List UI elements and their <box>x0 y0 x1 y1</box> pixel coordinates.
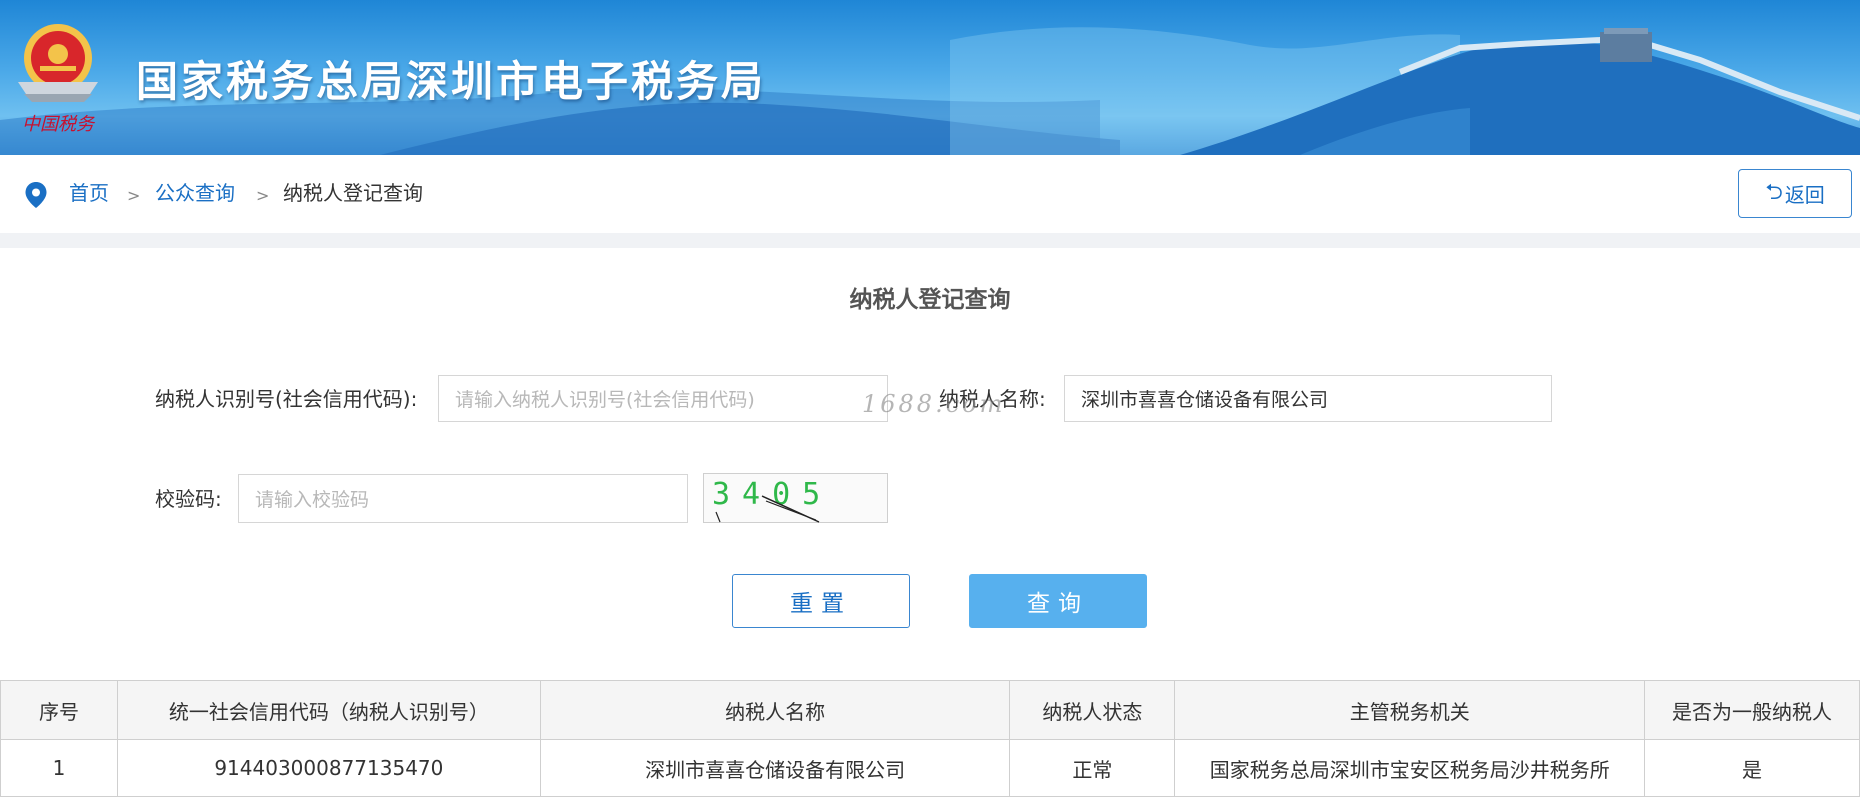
captcha-drawing: 3405 <box>712 477 832 523</box>
table-header-row: 序号 统一社会信用代码（纳税人识别号） 纳税人名称 纳税人状态 主管税务机关 是… <box>0 680 1860 740</box>
verify-code-label: 校验码: <box>155 487 222 511</box>
result-table: 序号 统一社会信用代码（纳税人识别号） 纳税人名称 纳税人状态 主管税务机关 是… <box>0 680 1860 797</box>
tax-emblem-icon: 中国税务 <box>18 24 98 135</box>
cell-general-taxpayer: 是 <box>1644 739 1860 797</box>
verify-code-placeholder: 请输入校验码 <box>255 489 370 511</box>
breadcrumb-separator: > <box>256 186 270 205</box>
svg-text:中国税务: 中国税务 <box>22 114 96 135</box>
column-header-index: 序号 <box>0 680 118 740</box>
column-header-general-taxpayer: 是否为一般纳税人 <box>1644 680 1860 740</box>
captcha-text: 3405 <box>712 477 832 512</box>
page-title: 纳税人登记查询 <box>849 287 1011 313</box>
verify-code-input[interactable]: 请输入校验码 <box>238 474 688 523</box>
header-banner: 中国税务 国家税务总局深圳市电子税务局 <box>0 0 1860 155</box>
column-header-credit-code: 统一社会信用代码（纳税人识别号） <box>116 680 541 740</box>
breadcrumb-separator: > <box>127 186 141 205</box>
cell-index: 1 <box>0 739 118 797</box>
site-title: 国家税务总局深圳市电子税务局 <box>136 57 767 106</box>
search-button[interactable]: 查询 <box>969 574 1147 628</box>
breadcrumb-current: 纳税人登记查询 <box>283 181 423 205</box>
back-button[interactable]: ⮌ 返回 <box>1738 169 1852 218</box>
taxpayer-name-value: 深圳市喜喜仓储设备有限公司 <box>1081 389 1329 411</box>
column-header-taxpayer-name: 纳税人名称 <box>539 680 1011 740</box>
taxpayer-id-input[interactable]: 请输入纳税人识别号(社会信用代码) <box>438 375 888 422</box>
return-arrow-icon: ⮌ <box>1765 179 1783 205</box>
table-row: 1 914403000877135470 深圳市喜喜仓储设备有限公司 正常 国家… <box>0 739 1860 797</box>
column-header-status: 纳税人状态 <box>1009 680 1176 740</box>
cell-taxpayer-name: 深圳市喜喜仓储设备有限公司 <box>539 739 1011 797</box>
captcha-image[interactable]: 3405 <box>703 473 888 523</box>
taxpayer-id-label: 纳税人识别号(社会信用代码): <box>155 387 418 411</box>
section-divider <box>0 233 1860 248</box>
reset-button[interactable]: 重置 <box>732 574 910 628</box>
taxpayer-id-placeholder: 请输入纳税人识别号(社会信用代码) <box>455 389 755 411</box>
back-button-label: 返回 <box>1784 183 1825 207</box>
taxpayer-name-input[interactable]: 深圳市喜喜仓储设备有限公司 <box>1064 375 1552 422</box>
cell-status: 正常 <box>1009 739 1176 797</box>
breadcrumb-bar <box>0 155 1860 233</box>
breadcrumb-home-link[interactable]: 首页 <box>69 180 109 206</box>
location-pin-icon <box>25 182 47 208</box>
cell-credit-code: 914403000877135470 <box>116 739 541 797</box>
breadcrumb-public-query-link[interactable]: 公众查询 <box>155 180 235 206</box>
watermark: 1688.com <box>862 390 1006 418</box>
column-header-tax-authority: 主管税务机关 <box>1174 680 1646 740</box>
cell-tax-authority: 国家税务总局深圳市宝安区税务局沙井税务所 <box>1174 739 1646 797</box>
